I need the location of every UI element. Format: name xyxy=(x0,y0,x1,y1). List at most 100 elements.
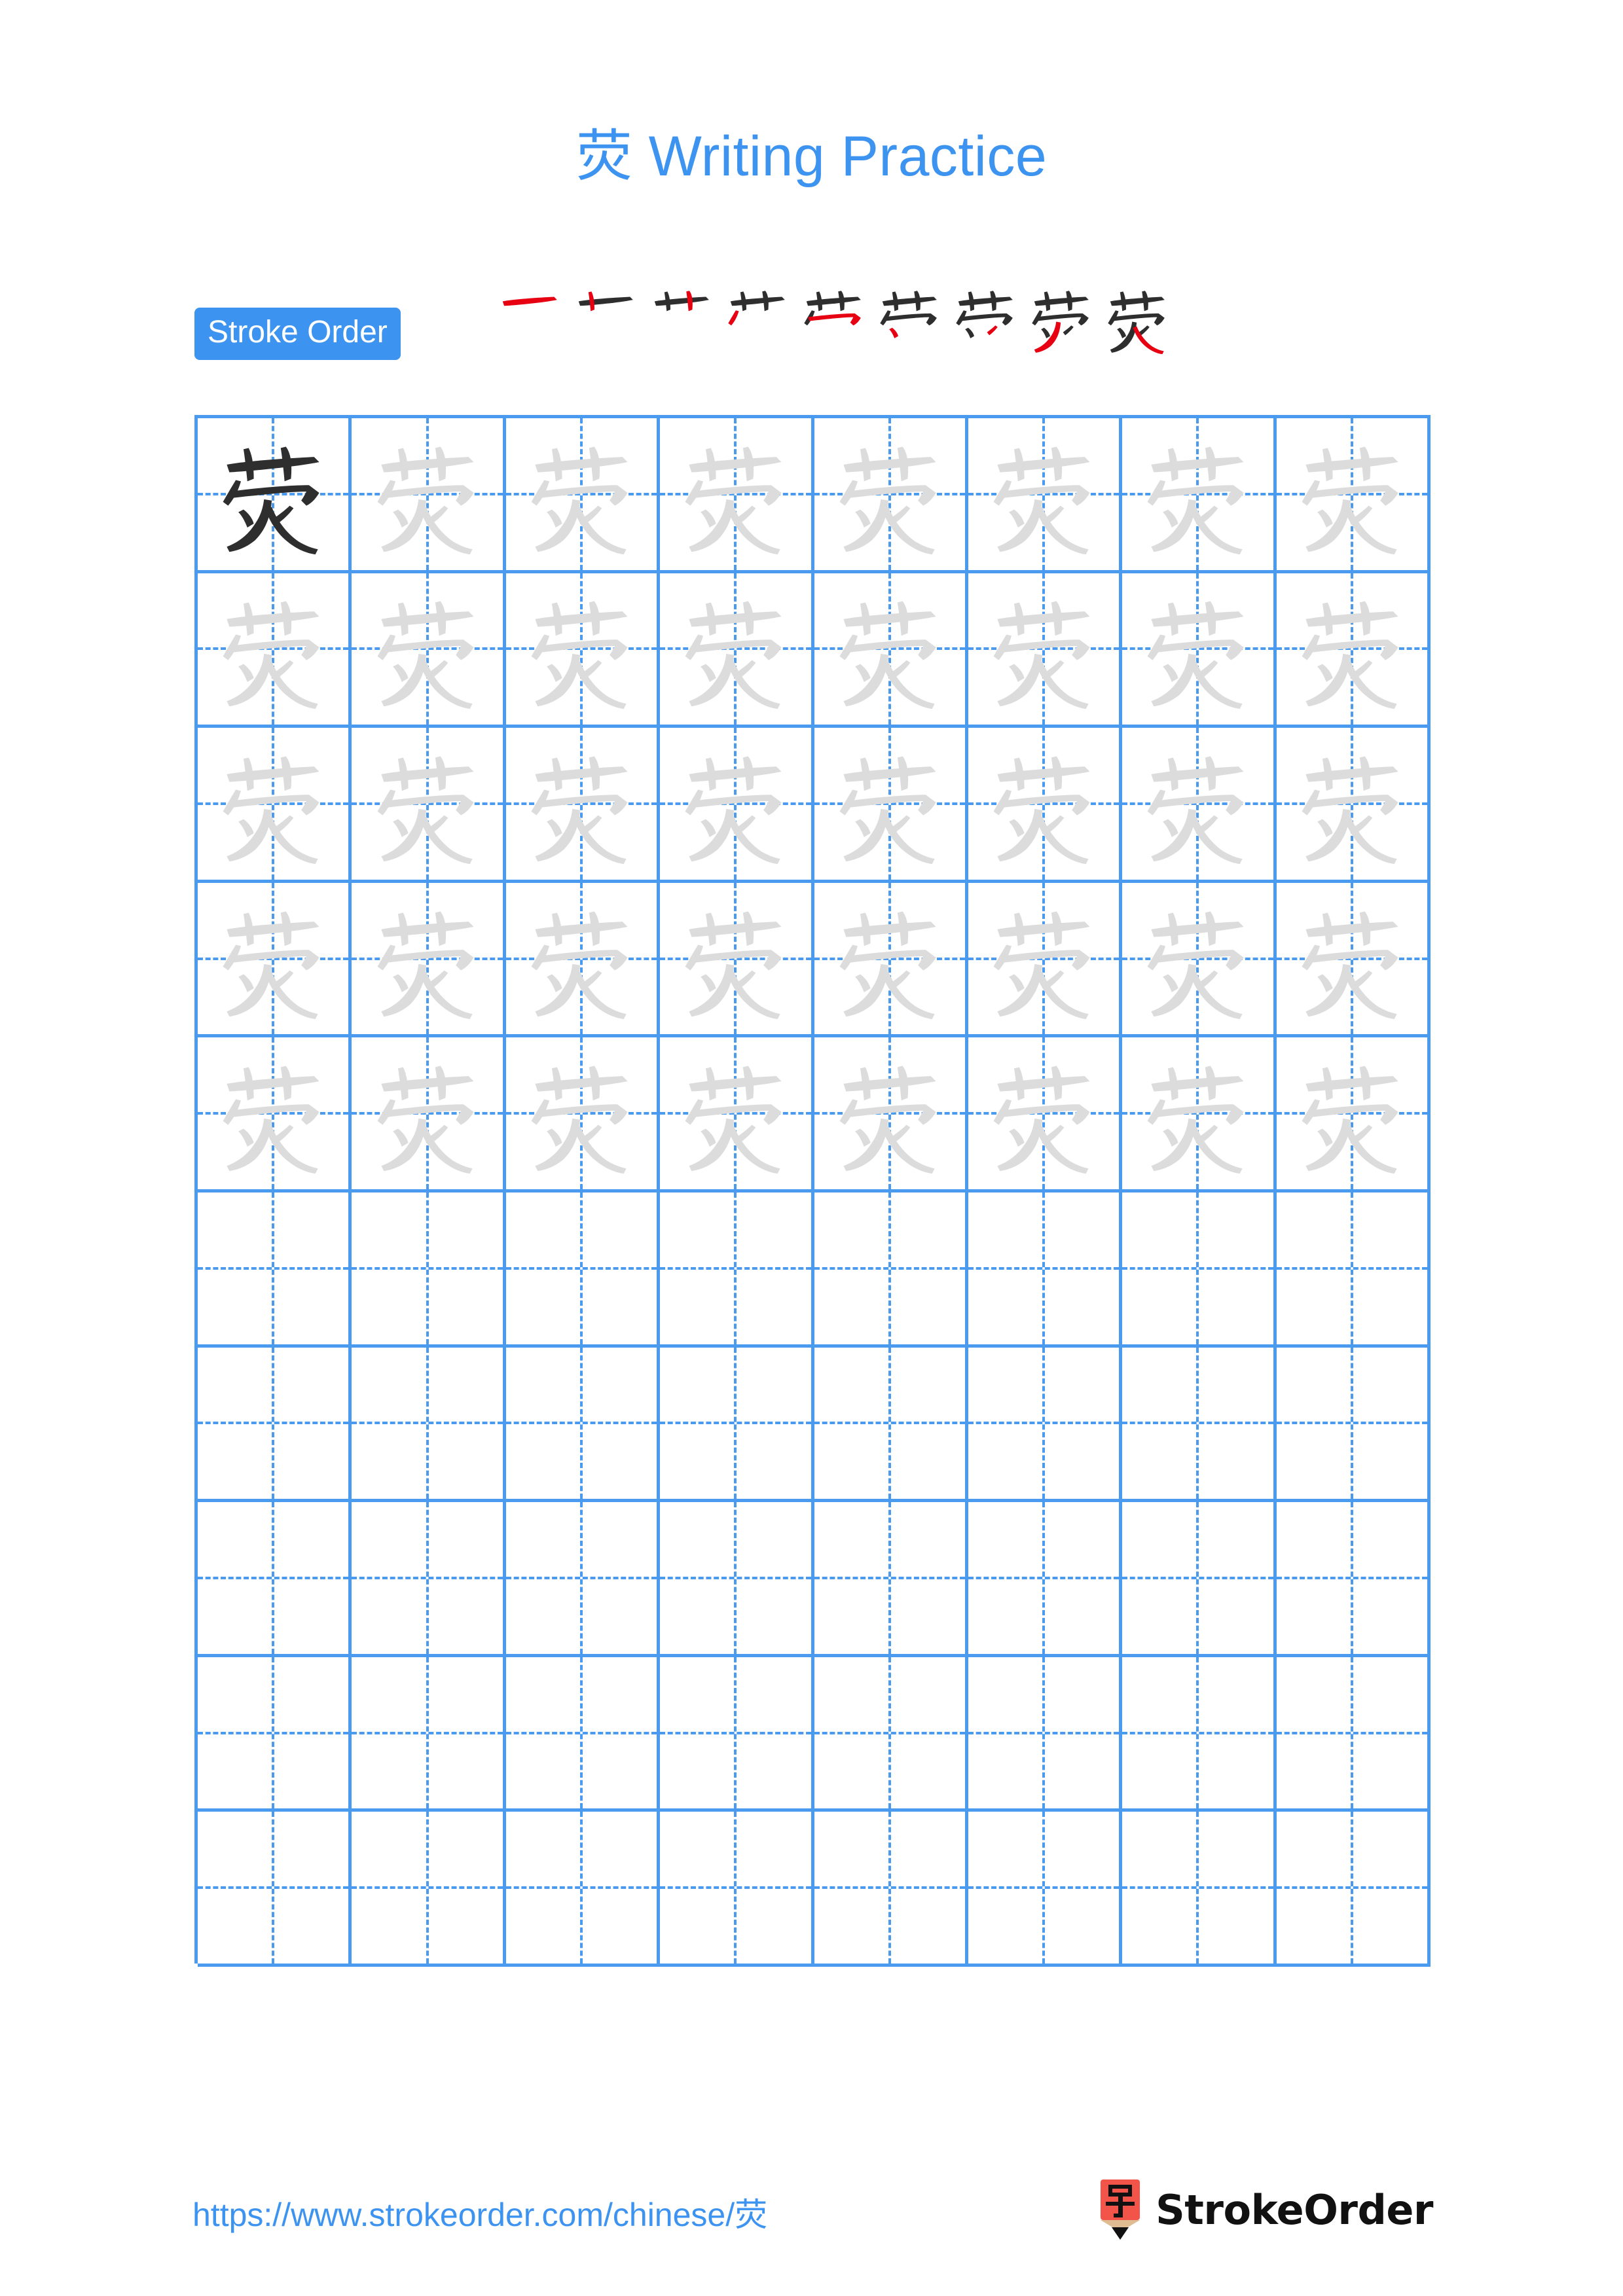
practice-cell-empty[interactable] xyxy=(198,1657,352,1812)
practice-cell-trace[interactable] xyxy=(1276,728,1431,883)
practice-cell-trace[interactable] xyxy=(1276,1037,1431,1193)
practice-cell-trace[interactable] xyxy=(505,728,661,883)
trace-character xyxy=(1122,573,1273,725)
trace-character xyxy=(660,573,811,725)
stroke-order-step xyxy=(718,275,794,373)
practice-cell-empty[interactable] xyxy=(968,1812,1123,1967)
practice-cell-empty[interactable] xyxy=(660,1502,814,1657)
practice-cell-empty[interactable] xyxy=(968,1657,1123,1812)
practice-cell-empty[interactable] xyxy=(1276,1502,1431,1657)
practice-cell-trace[interactable] xyxy=(968,573,1123,728)
stroke-order-step xyxy=(794,275,870,373)
trace-character xyxy=(1122,1037,1273,1189)
practice-cell-solid[interactable] xyxy=(198,418,352,573)
cell-horizontal-guide xyxy=(198,1422,349,1425)
practice-cell-trace[interactable] xyxy=(198,573,352,728)
practice-cell-trace[interactable] xyxy=(1122,418,1277,573)
practice-cell-empty[interactable] xyxy=(198,1192,352,1348)
trace-character xyxy=(506,1037,657,1189)
practice-cell-trace[interactable] xyxy=(505,418,661,573)
practice-cell-trace[interactable] xyxy=(198,728,352,883)
cell-horizontal-guide xyxy=(352,1422,503,1425)
practice-cell-empty[interactable] xyxy=(1122,1657,1277,1812)
cell-horizontal-guide xyxy=(1122,1886,1273,1890)
brand-logo[interactable]: StrokeOrder xyxy=(1095,2179,1433,2240)
practice-cell-empty[interactable] xyxy=(1276,1812,1431,1967)
practice-cell-empty[interactable] xyxy=(814,1347,968,1503)
stroke-order-step xyxy=(1022,275,1098,373)
cell-horizontal-guide xyxy=(505,1886,657,1890)
practice-cell-trace[interactable] xyxy=(660,418,814,573)
practice-cell-empty[interactable] xyxy=(198,1502,352,1657)
practice-cell-empty[interactable] xyxy=(968,1192,1123,1348)
practice-cell-empty[interactable] xyxy=(352,1502,506,1657)
cell-horizontal-guide xyxy=(814,1422,965,1425)
trace-character xyxy=(352,573,502,725)
practice-cell-empty[interactable] xyxy=(814,1812,968,1967)
practice-cell-trace[interactable] xyxy=(1276,882,1431,1038)
practice-cell-trace[interactable] xyxy=(660,728,814,883)
trace-character xyxy=(1122,883,1273,1035)
practice-cell-empty[interactable] xyxy=(352,1657,506,1812)
practice-cell-empty[interactable] xyxy=(1122,1347,1277,1503)
practice-cell-trace[interactable] xyxy=(814,573,968,728)
cell-horizontal-guide xyxy=(505,1422,657,1425)
practice-cell-trace[interactable] xyxy=(814,1037,968,1193)
practice-cell-empty[interactable] xyxy=(352,1812,506,1967)
practice-cell-trace[interactable] xyxy=(968,728,1123,883)
practice-cell-empty[interactable] xyxy=(660,1347,814,1503)
practice-cell-empty[interactable] xyxy=(814,1192,968,1348)
practice-cell-empty[interactable] xyxy=(1276,1347,1431,1503)
practice-cell-empty[interactable] xyxy=(505,1812,661,1967)
cell-horizontal-guide xyxy=(968,1422,1120,1425)
practice-cell-trace[interactable] xyxy=(1276,418,1431,573)
practice-cell-empty[interactable] xyxy=(1122,1192,1277,1348)
practice-cell-trace[interactable] xyxy=(505,573,661,728)
practice-cell-trace[interactable] xyxy=(814,882,968,1038)
practice-cell-trace[interactable] xyxy=(352,882,506,1038)
practice-cell-trace[interactable] xyxy=(352,573,506,728)
practice-cell-trace[interactable] xyxy=(660,573,814,728)
practice-cell-empty[interactable] xyxy=(968,1347,1123,1503)
footer-url-link[interactable]: https://www.strokeorder.com/chinese/荧 xyxy=(192,2189,767,2236)
cell-horizontal-guide xyxy=(505,1576,657,1579)
practice-cell-trace[interactable] xyxy=(505,882,661,1038)
practice-cell-trace[interactable] xyxy=(968,1037,1123,1193)
practice-cell-empty[interactable] xyxy=(505,1657,661,1812)
practice-cell-trace[interactable] xyxy=(352,1037,506,1193)
practice-cell-empty[interactable] xyxy=(814,1502,968,1657)
practice-cell-trace[interactable] xyxy=(968,418,1123,573)
practice-cell-empty[interactable] xyxy=(352,1347,506,1503)
practice-cell-trace[interactable] xyxy=(198,882,352,1038)
practice-cell-empty[interactable] xyxy=(505,1502,661,1657)
practice-cell-trace[interactable] xyxy=(968,882,1123,1038)
practice-cell-trace[interactable] xyxy=(1122,573,1277,728)
practice-cell-empty[interactable] xyxy=(505,1347,661,1503)
practice-cell-trace[interactable] xyxy=(660,1037,814,1193)
practice-cell-empty[interactable] xyxy=(660,1192,814,1348)
practice-cell-trace[interactable] xyxy=(352,728,506,883)
practice-cell-empty[interactable] xyxy=(198,1812,352,1967)
practice-cell-empty[interactable] xyxy=(968,1502,1123,1657)
practice-cell-trace[interactable] xyxy=(1122,1037,1277,1193)
practice-cell-trace[interactable] xyxy=(505,1037,661,1193)
practice-cell-trace[interactable] xyxy=(1122,882,1277,1038)
practice-cell-trace[interactable] xyxy=(660,882,814,1038)
practice-cell-trace[interactable] xyxy=(1122,728,1277,883)
practice-cell-trace[interactable] xyxy=(352,418,506,573)
stroke-order-step xyxy=(490,275,566,373)
practice-cell-empty[interactable] xyxy=(814,1657,968,1812)
practice-cell-trace[interactable] xyxy=(1276,573,1431,728)
practice-cell-empty[interactable] xyxy=(660,1657,814,1812)
practice-cell-trace[interactable] xyxy=(814,418,968,573)
practice-cell-empty[interactable] xyxy=(660,1812,814,1967)
practice-cell-empty[interactable] xyxy=(198,1347,352,1503)
practice-cell-empty[interactable] xyxy=(1276,1192,1431,1348)
practice-cell-trace[interactable] xyxy=(198,1037,352,1193)
practice-cell-empty[interactable] xyxy=(352,1192,506,1348)
practice-cell-empty[interactable] xyxy=(1122,1502,1277,1657)
practice-cell-empty[interactable] xyxy=(1122,1812,1277,1967)
practice-cell-trace[interactable] xyxy=(814,728,968,883)
practice-cell-empty[interactable] xyxy=(505,1192,661,1348)
practice-cell-empty[interactable] xyxy=(1276,1657,1431,1812)
